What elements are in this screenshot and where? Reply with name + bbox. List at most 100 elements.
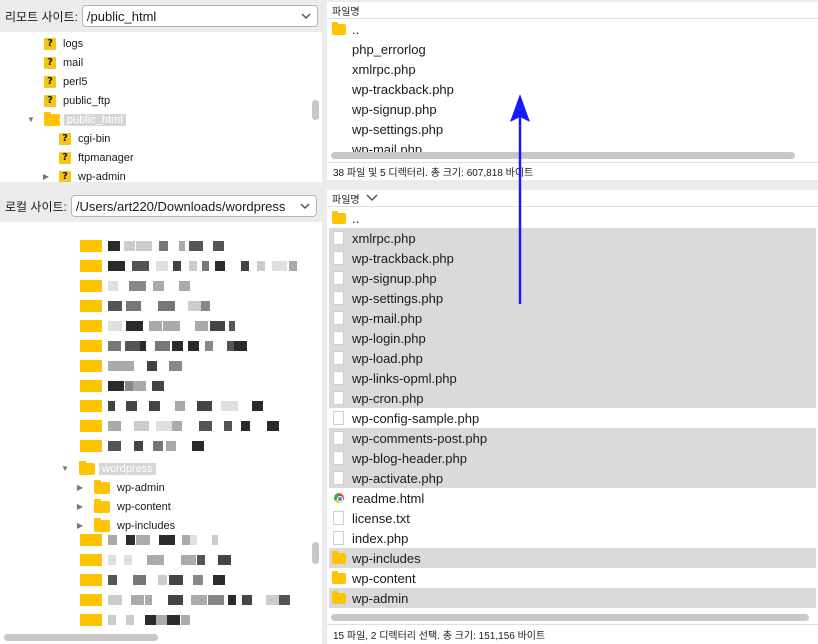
chevron-down-icon[interactable] (366, 194, 378, 202)
local-file-pane[interactable]: 파일명 .. xmlrpc.php wp-trackback.php wp-signu… (327, 190, 818, 644)
tree-item[interactable]: ▶ wp-content (75, 497, 171, 516)
redacted-block (108, 595, 122, 605)
file-row[interactable]: wp-trackback.php (329, 248, 816, 268)
redacted-block (131, 595, 144, 605)
redacted-block (212, 535, 218, 545)
file-row[interactable]: wp-signup.php (329, 99, 816, 119)
file-row[interactable]: wp-config-sample.php (329, 408, 816, 428)
redacted-block (126, 615, 134, 625)
redacted-block (166, 441, 176, 451)
file-row[interactable]: .. (329, 208, 816, 228)
tree-item[interactable]: ? perl5 (44, 72, 87, 91)
tree-item[interactable]: ? ftpmanager (59, 148, 134, 167)
file-row[interactable]: php_errorlog (329, 39, 816, 59)
redacted-block (108, 615, 116, 625)
redacted-block (289, 261, 297, 271)
redacted-block (257, 261, 265, 271)
redacted-block (168, 595, 183, 605)
file-row[interactable]: wp-blog-header.php (329, 448, 816, 468)
file-name: readme.html (352, 490, 425, 506)
chevron-right-icon[interactable]: ▶ (75, 521, 85, 531)
redacted-block (173, 261, 181, 271)
file-row[interactable]: wp-settings.php (329, 119, 816, 139)
remote-tree-scrollbar[interactable] (312, 100, 319, 120)
file-row[interactable]: wp-cron.php (329, 388, 816, 408)
remote-path-combo[interactable]: /public_html (81, 5, 318, 27)
chevron-right-icon[interactable]: ▶ (75, 502, 85, 512)
remote-status: 38 파일 및 5 디렉터리. 총 크기: 607,818 바이트 (327, 162, 818, 180)
folder-icon (44, 111, 60, 126)
file-row[interactable]: xmlrpc.php (329, 59, 816, 79)
file-name: wp-load.php (352, 350, 423, 366)
redacted-block (201, 301, 210, 311)
local-list-hscroll[interactable] (331, 614, 809, 621)
file-name: wp-comments-post.php (352, 430, 488, 446)
file-row[interactable]: readme.html (329, 488, 816, 508)
file-row[interactable]: wp-comments-post.php (329, 428, 816, 448)
tree-item-wordpress[interactable]: ▼ wordpress (60, 459, 156, 478)
redacted-block (155, 341, 170, 351)
file-row[interactable]: wp-includes (329, 548, 816, 568)
file-row[interactable]: wp-load.php (329, 348, 816, 368)
redacted-block (191, 595, 207, 605)
redacted-block (267, 421, 279, 431)
folder-icon (332, 550, 346, 564)
redacted-block (172, 421, 182, 431)
redacted-block (159, 535, 175, 545)
chrome-icon (334, 493, 344, 503)
tree-item[interactable]: ▼ public_html (26, 110, 126, 129)
local-tree-vscroll[interactable] (312, 542, 319, 564)
remote-file-pane[interactable]: 파일명 .. php_errorlog xmlrpc.php wp-trackback… (327, 2, 818, 180)
file-row[interactable]: license.txt (329, 508, 816, 528)
chevron-down-icon[interactable]: ▼ (60, 464, 70, 474)
redacted-block (158, 575, 167, 585)
file-row[interactable]: wp-trackback.php (329, 79, 816, 99)
local-tree-pane[interactable]: ▼ wordpress ▶ wp-admin ▶ wp-content ▶ wp-incl… (0, 222, 322, 644)
file-row[interactable]: index.php (329, 528, 816, 548)
file-row[interactable]: wp-activate.php (329, 468, 816, 488)
redacted-block (181, 615, 190, 625)
chevron-right-icon[interactable]: ▶ (41, 172, 51, 182)
file-name: wp-content (352, 570, 416, 586)
tree-item[interactable]: ? public_ftp (44, 91, 110, 110)
file-icon (333, 271, 344, 285)
chevron-down-icon[interactable] (298, 9, 313, 23)
redacted-block (169, 361, 182, 371)
file-name: wp-admin (352, 590, 409, 606)
redacted-block (215, 261, 225, 271)
tree-item[interactable]: ▶? wp-admin (41, 167, 126, 182)
local-tree-hscroll[interactable] (4, 634, 158, 641)
folder-icon (79, 460, 95, 475)
tree-item[interactable]: ? logs (44, 34, 83, 53)
tree-item[interactable]: ? mail (44, 53, 83, 72)
chevron-right-icon[interactable]: ▶ (75, 483, 85, 493)
redacted-block (147, 555, 164, 565)
file-row[interactable]: wp-mail.php (329, 308, 816, 328)
file-row[interactable]: .. (329, 19, 816, 39)
question-icon: ? (44, 37, 56, 50)
remote-tree-pane[interactable]: ? logs? mail? perl5? public_ftp ▼ public_html?… (0, 32, 322, 182)
file-row[interactable]: wp-signup.php (329, 268, 816, 288)
file-row[interactable]: wp-content (329, 568, 816, 588)
local-header-filename[interactable]: 파일명 (332, 191, 360, 206)
file-row[interactable]: wp-login.php (329, 328, 816, 348)
chevron-down-icon[interactable] (297, 199, 312, 213)
file-name: xmlrpc.php (352, 230, 416, 246)
file-row[interactable]: wp-links-opml.php (329, 368, 816, 388)
chevron-down-icon[interactable]: ▼ (26, 115, 36, 125)
local-list-header[interactable]: 파일명 (327, 190, 818, 207)
file-row[interactable]: wp-admin (329, 588, 816, 608)
remote-list-header[interactable]: 파일명 (327, 2, 818, 19)
tree-item-label: wp-includes (117, 519, 176, 532)
redacted-block (197, 555, 205, 565)
redacted-block (279, 595, 290, 605)
tree-item[interactable]: ▶ wp-admin (75, 478, 165, 497)
local-path-combo[interactable]: /Users/art220/Downloads/wordpress (70, 195, 317, 217)
file-row[interactable]: xmlrpc.php (329, 228, 816, 248)
redacted-block (227, 341, 234, 351)
tree-item[interactable]: ▶ wp-includes (75, 516, 175, 535)
remote-header-filename[interactable]: 파일명 (332, 3, 360, 18)
remote-list-hscroll[interactable] (331, 152, 795, 159)
tree-item[interactable]: ? cgi-bin (59, 129, 110, 148)
file-row[interactable]: wp-settings.php (329, 288, 816, 308)
